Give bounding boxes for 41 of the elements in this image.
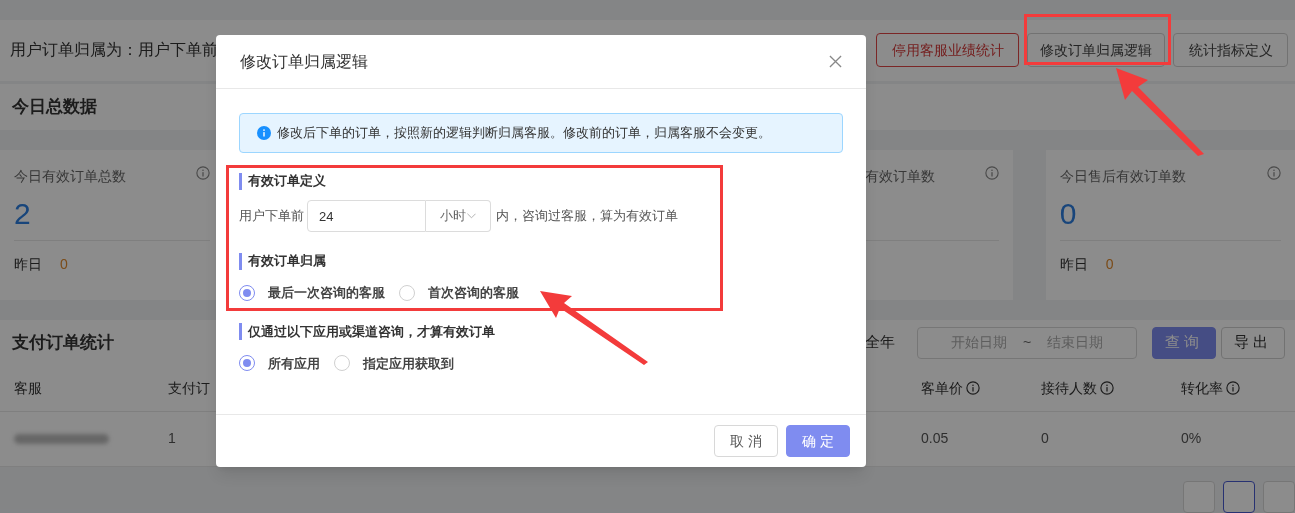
card-label: 有效订单数 <box>865 166 936 186</box>
unit-select[interactable]: 小时 <box>426 200 491 232</box>
stat-value: 2 <box>14 195 31 232</box>
radio-option[interactable]: 首次咨询的客服 <box>399 283 519 303</box>
field-suffix: 内，咨询过客服，算为有效订单 <box>496 207 678 226</box>
dialog-button[interactable]: 取 消 <box>714 425 778 457</box>
stat-value: 0 <box>1059 195 1077 232</box>
attribution-text: 用户订单归属为：用户下单前 <box>10 40 218 61</box>
alert-text: 修改后下单的订单，按照新的逻辑判断归属客服。修改前的订单，归属客服不会变更。 <box>277 124 771 143</box>
hours-input[interactable]: 24 <box>307 200 426 232</box>
column-header: 转化率 <box>1181 378 1223 398</box>
section-title: 今日总数据 <box>12 95 97 118</box>
table-cell-text: 0.05 <box>921 429 949 449</box>
column-header: 接待人数 <box>1041 378 1097 398</box>
field-label: 用户下单前 <box>239 207 304 226</box>
table-cell-text: 0% <box>1181 429 1202 449</box>
section-title: 支付订单统计 <box>12 331 114 354</box>
header-button[interactable]: 统计指标定义 <box>1173 33 1288 68</box>
yesterday-label: 昨日 <box>1059 255 1088 275</box>
radio-option[interactable]: 指定应用获取到 <box>334 353 454 373</box>
radio-option[interactable]: 最后一次咨询的客服 <box>239 283 385 303</box>
yesterday-value: 0 <box>60 255 68 275</box>
column-header: 支付订 <box>168 378 210 398</box>
header-button[interactable]: 停用客服业绩统计 <box>876 33 1019 68</box>
table-cell-text: 0 <box>1041 429 1049 449</box>
column-header: 客单价 <box>921 378 963 398</box>
header-button[interactable]: 修改订单归属逻辑 <box>1027 33 1165 68</box>
dialog-title: 修改订单归属逻辑 <box>240 51 368 72</box>
section-heading: 仅通过以下应用或渠道咨询，才算有效订单 <box>248 322 495 341</box>
section-heading: 有效订单定义 <box>248 172 326 191</box>
radio-option[interactable]: 所有应用 <box>239 353 320 373</box>
dialog-button[interactable]: 确 定 <box>786 425 850 457</box>
section-heading: 有效订单归属 <box>248 252 326 271</box>
yesterday-label: 昨日 <box>14 255 42 275</box>
action-button[interactable]: 导出 <box>1221 326 1285 359</box>
card-label: 今日售后有效订单数 <box>1059 166 1186 186</box>
period-tab[interactable]: 全年 <box>865 331 895 354</box>
table-cell-text: 1 <box>168 429 176 449</box>
card-label: 今日有效订单总数 <box>14 166 126 186</box>
column-header: 客服 <box>14 378 42 398</box>
yesterday-value: 0 <box>1105 255 1114 275</box>
